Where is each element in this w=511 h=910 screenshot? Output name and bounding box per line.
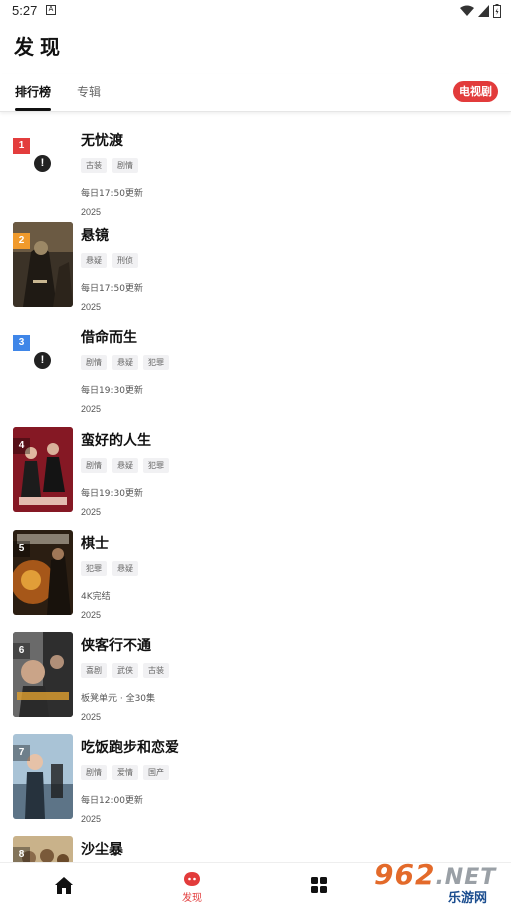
year: 2025 <box>81 507 102 517</box>
tag: 剧情 <box>81 765 107 780</box>
rank-badge: 4 <box>13 438 30 454</box>
list-item[interactable]: 4 蛮好的人生 剧情 悬疑 犯罪 每日19:30更新 2025 <box>0 427 511 529</box>
list-item[interactable]: 5 棋士 犯罪 悬疑 4K完结 2025 <box>0 530 511 632</box>
item-title: 棋士 <box>81 536 109 552</box>
rank-badge: 7 <box>13 745 30 761</box>
category-tv-button[interactable]: 电视剧 <box>453 81 498 102</box>
tag: 古装 <box>143 663 169 678</box>
item-title: 吃饭跑步和恋爱 <box>81 740 179 756</box>
tag: 国产 <box>143 765 169 780</box>
ranking-list[interactable]: ! 1 无忧渡 古装 剧情 每日17:50更新 2025 2 悬镜 悬疑 刑侦 <box>0 112 511 862</box>
tag: 刑侦 <box>112 253 138 268</box>
nav-categories[interactable] <box>311 877 327 897</box>
watermark-text: 乐游网 <box>448 891 488 906</box>
tag: 爱情 <box>112 765 138 780</box>
tag: 悬疑 <box>112 458 138 473</box>
tag-list: 剧情 悬疑 犯罪 <box>81 355 169 370</box>
home-icon <box>55 877 73 894</box>
tag: 剧情 <box>112 158 138 173</box>
page-title: 发现 <box>14 35 66 59</box>
update-info: 4K完结 <box>81 592 111 602</box>
tag-list: 悬疑 刑侦 <box>81 253 138 268</box>
update-info: 板凳单元 · 全30集 <box>81 694 156 704</box>
battery-icon <box>493 4 501 18</box>
status-icons <box>460 4 501 18</box>
update-info: 每日19:30更新 <box>81 489 143 499</box>
update-info: 每日19:30更新 <box>81 386 143 396</box>
tag: 悬疑 <box>81 253 107 268</box>
notification-icon: A <box>46 5 56 15</box>
tab-albums[interactable]: 专辑 <box>77 83 101 100</box>
rank-badge: 5 <box>13 541 30 557</box>
nav-home[interactable] <box>54 876 74 899</box>
tag: 悬疑 <box>112 561 138 576</box>
item-title: 沙尘暴 <box>81 842 123 858</box>
year: 2025 <box>81 712 102 722</box>
list-item[interactable]: 2 悬镜 悬疑 刑侦 每日17:50更新 2025 <box>0 222 511 324</box>
rank-badge: 3 <box>13 335 30 351</box>
list-item[interactable]: ! 3 借命而生 剧情 悬疑 犯罪 每日19:30更新 2025 <box>0 324 511 426</box>
tag-list: 剧情 悬疑 犯罪 <box>81 458 169 473</box>
year: 2025 <box>81 814 102 824</box>
error-icon: ! <box>34 155 51 172</box>
status-time: 5:27 <box>12 3 38 18</box>
rank-badge: 6 <box>13 643 30 659</box>
list-item[interactable]: 7 吃饭跑步和恋爱 剧情 爱情 国产 每日12:00更新 2025 <box>0 734 511 836</box>
year: 2025 <box>81 404 102 414</box>
grid-icon <box>311 877 327 893</box>
tag: 古装 <box>81 158 107 173</box>
tag: 犯罪 <box>81 561 107 576</box>
tag: 悬疑 <box>112 355 138 370</box>
update-info: 每日17:50更新 <box>81 189 143 199</box>
tab-rankings[interactable]: 排行榜 <box>15 83 52 111</box>
list-item[interactable]: 6 侠客行不通 喜剧 武侠 古装 板凳单元 · 全30集 2025 <box>0 632 511 734</box>
year: 2025 <box>81 302 102 312</box>
error-icon: ! <box>34 352 51 369</box>
watermark-number: 962 <box>374 858 436 891</box>
status-bar: 5:27 A <box>0 0 511 22</box>
nav-discover[interactable]: 发现 <box>182 871 202 905</box>
discover-icon <box>184 872 200 886</box>
rank-badge: 2 <box>13 233 30 249</box>
tag: 喜剧 <box>81 663 107 678</box>
signal-icon <box>478 5 489 17</box>
tab-bar: 排行榜 专辑 电视剧 <box>0 74 511 112</box>
tag-list: 喜剧 武侠 古装 <box>81 663 169 678</box>
update-info: 每日12:00更新 <box>81 796 143 806</box>
item-title: 借命而生 <box>81 330 137 346</box>
year: 2025 <box>81 610 102 620</box>
tag: 武侠 <box>112 663 138 678</box>
tag: 犯罪 <box>143 458 169 473</box>
tag: 犯罪 <box>143 355 169 370</box>
tag: 剧情 <box>81 458 107 473</box>
tag-list: 犯罪 悬疑 <box>81 561 138 576</box>
item-title: 蛮好的人生 <box>81 433 151 449</box>
item-title: 侠客行不通 <box>81 638 151 654</box>
nav-discover-label: 发现 <box>182 893 202 904</box>
item-title: 无忧渡 <box>81 133 123 149</box>
tag-list: 古装 剧情 <box>81 158 138 173</box>
year: 2025 <box>81 207 102 217</box>
list-item[interactable]: ! 1 无忧渡 古装 剧情 每日17:50更新 2025 <box>0 127 511 229</box>
wifi-icon <box>460 5 474 16</box>
tag: 剧情 <box>81 355 107 370</box>
rank-badge: 8 <box>13 847 30 862</box>
update-info: 每日17:50更新 <box>81 284 143 294</box>
tag-list: 剧情 爱情 国产 <box>81 765 169 780</box>
item-title: 悬镜 <box>81 228 109 244</box>
rank-badge: 1 <box>13 138 30 154</box>
